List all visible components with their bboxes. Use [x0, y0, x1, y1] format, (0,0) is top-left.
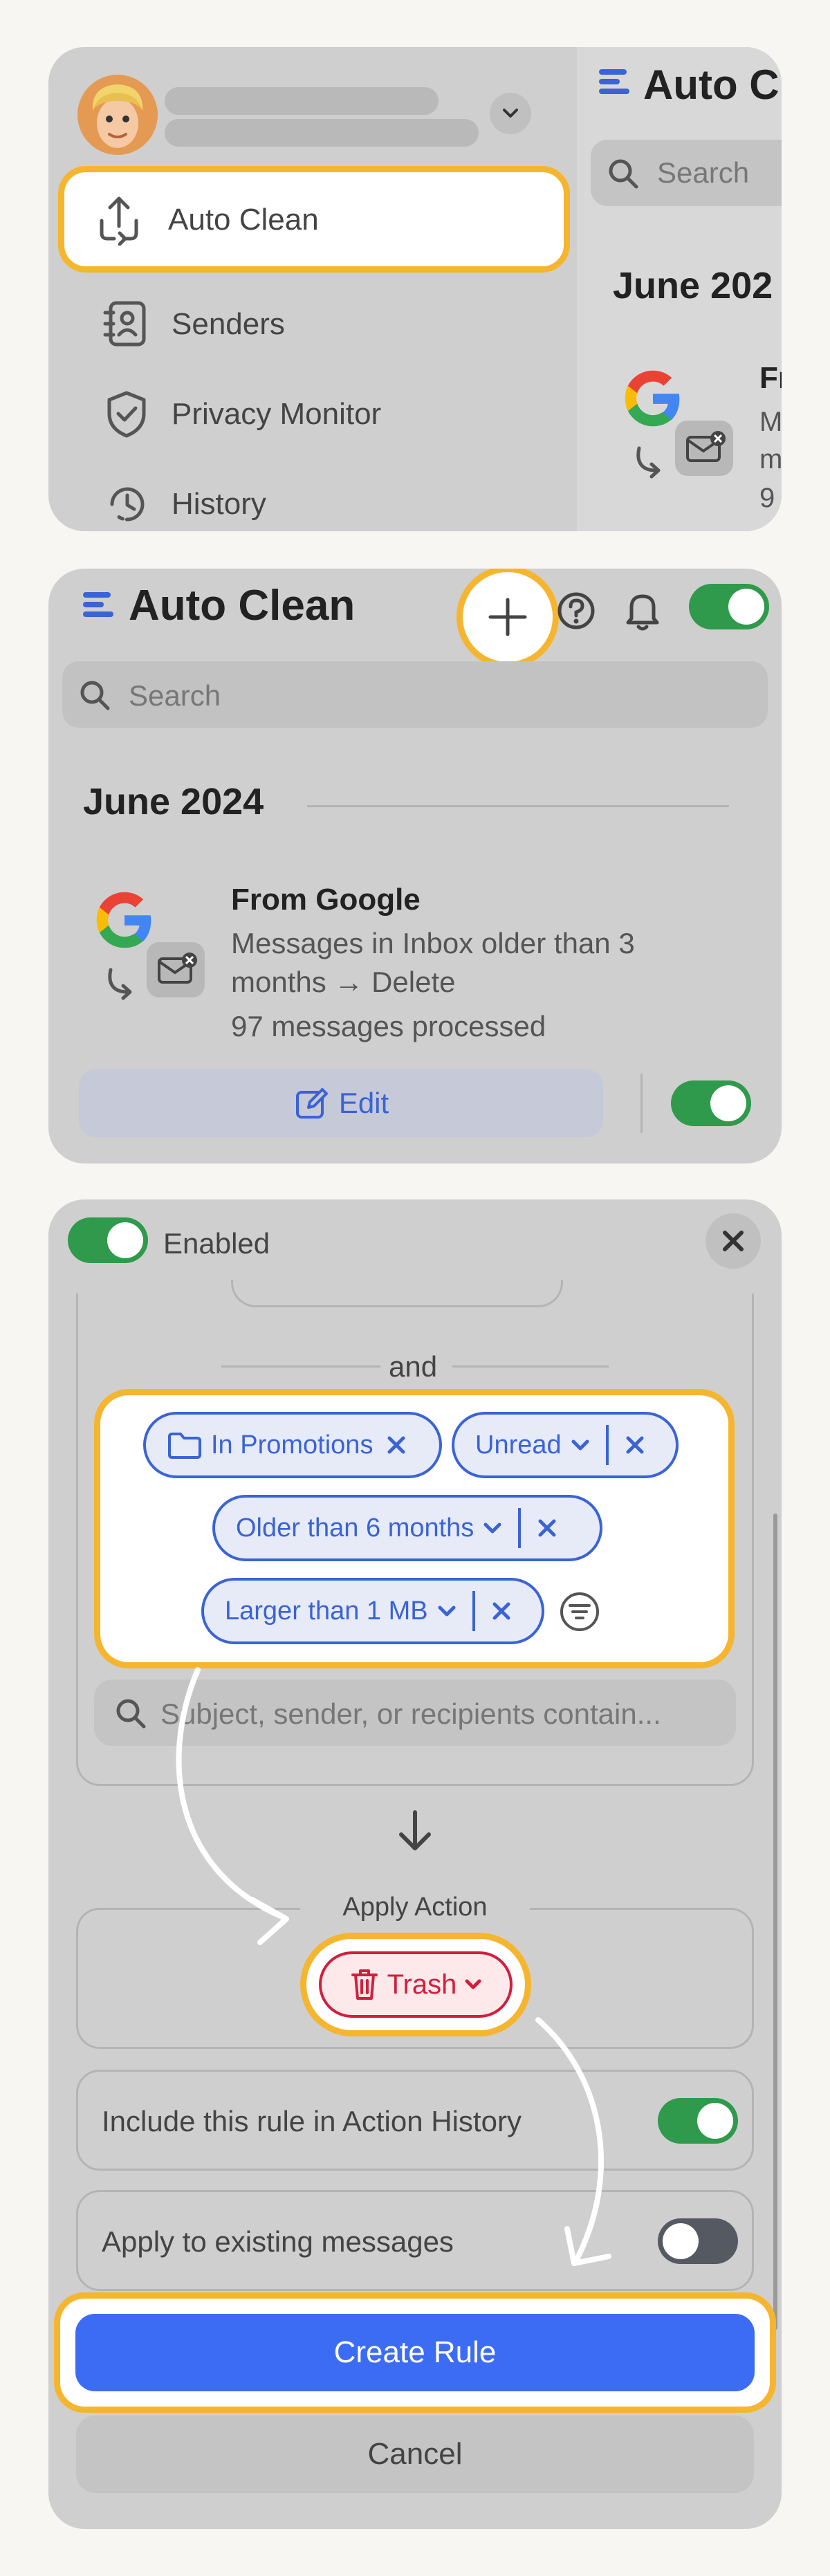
arrow-chips-to-action [176, 1667, 286, 1920]
annotation-arrows [176, 1667, 611, 2266]
arrow-action-to-create [535, 2017, 605, 2265]
